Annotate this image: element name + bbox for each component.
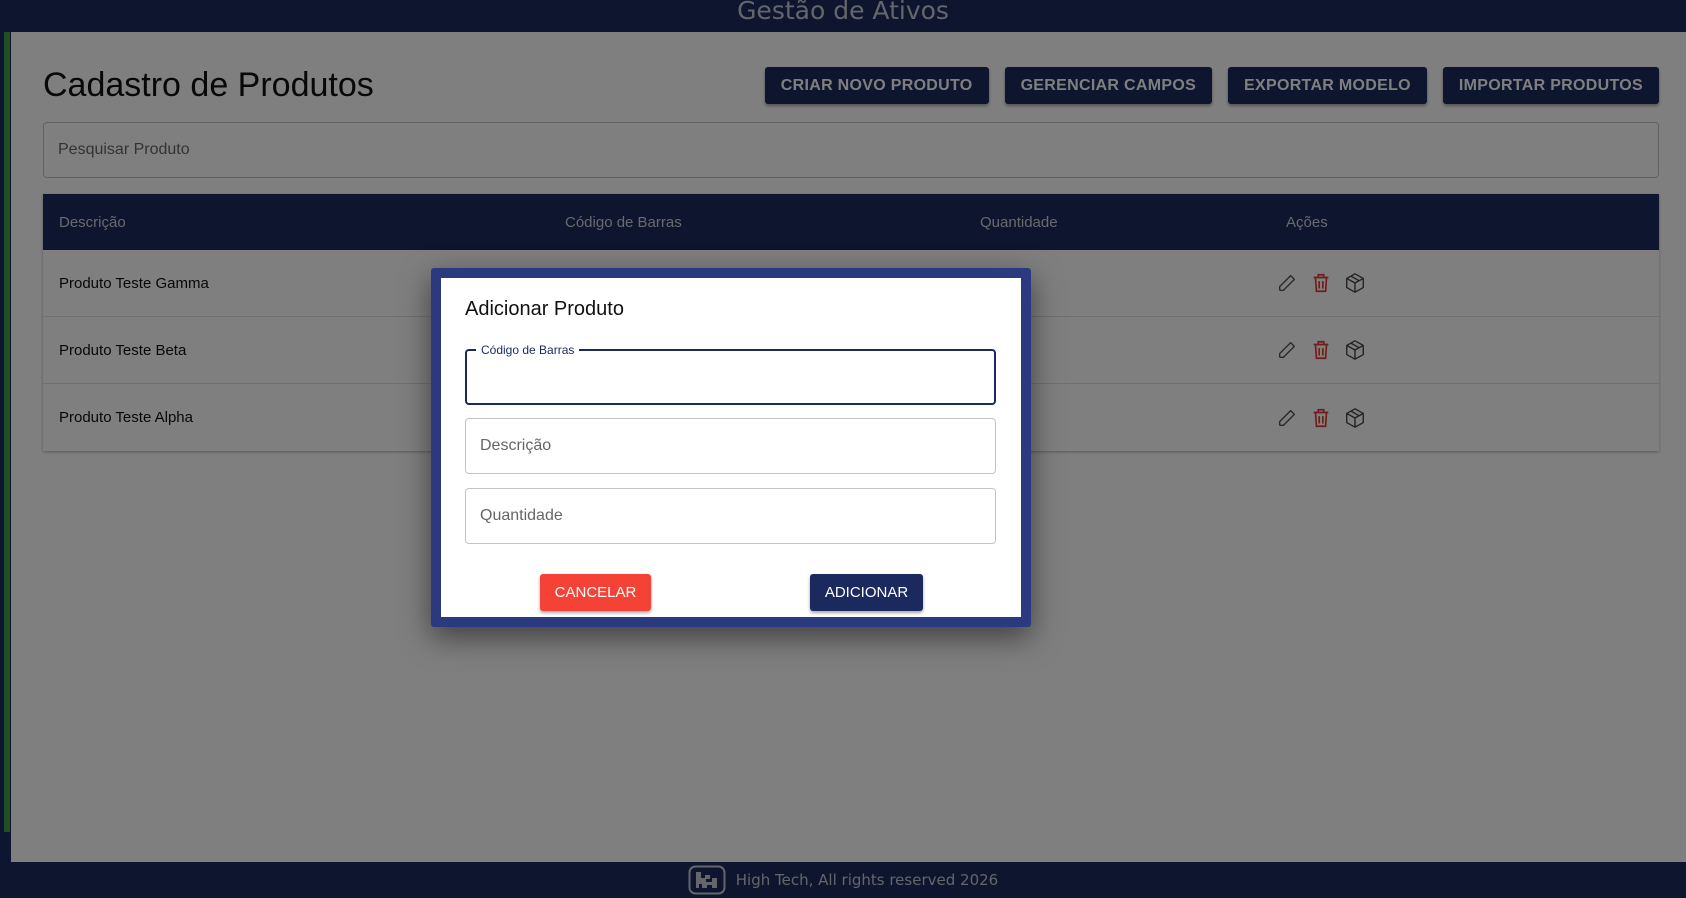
barcode-input[interactable]	[467, 351, 994, 403]
cancel-button[interactable]: CANCELAR	[540, 574, 651, 611]
add-button[interactable]: ADICIONAR	[810, 574, 923, 611]
barcode-field-label: Código de Barras	[476, 343, 580, 357]
quantity-input[interactable]	[466, 489, 995, 543]
dialog-content: Adicionar Produto Código de Barras CANCE…	[441, 278, 1021, 617]
description-input[interactable]	[466, 419, 995, 473]
dialog-title: Adicionar Produto	[465, 298, 624, 320]
add-product-dialog: Adicionar Produto Código de Barras CANCE…	[431, 268, 1031, 627]
barcode-field: Código de Barras	[465, 343, 996, 405]
quantity-field	[465, 488, 996, 544]
description-field	[465, 418, 996, 474]
